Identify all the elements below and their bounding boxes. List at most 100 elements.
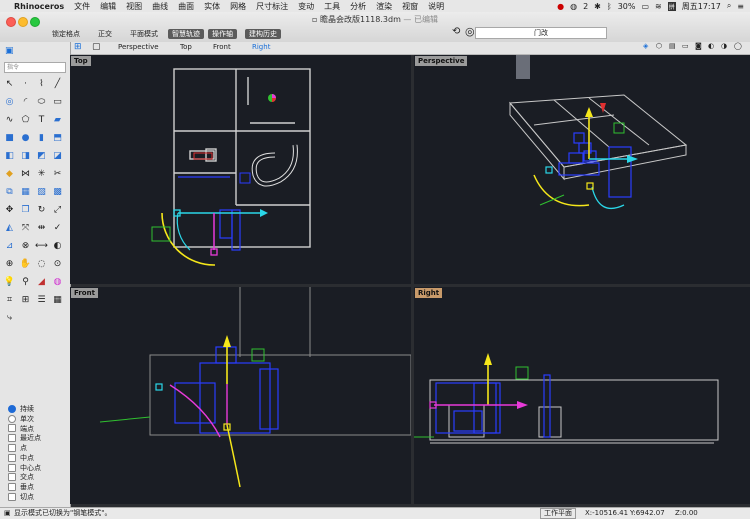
viewport-front[interactable]: Front: [70, 287, 411, 504]
menu-surface[interactable]: 曲面: [178, 1, 194, 12]
sound-icon[interactable]: ✱: [594, 2, 601, 11]
undo-icon[interactable]: ⟲: [452, 26, 460, 37]
planar-button[interactable]: 平面模式: [130, 29, 158, 39]
cap-icon[interactable]: ◪: [50, 148, 65, 163]
sphere-icon[interactable]: ●: [18, 130, 33, 145]
rotate-icon[interactable]: ↻: [34, 202, 49, 217]
menu-edit[interactable]: 编辑: [100, 1, 116, 12]
box-icon[interactable]: ■: [2, 130, 17, 145]
surface-icon[interactable]: ▰: [50, 112, 65, 127]
rectangle-icon[interactable]: ▭: [50, 94, 65, 109]
menu-panels[interactable]: 视窗: [402, 1, 418, 12]
record-icon[interactable]: ◎: [465, 25, 475, 38]
light-icon[interactable]: 💡: [2, 274, 17, 289]
layers-icon[interactable]: ◈: [643, 42, 648, 50]
creative-cloud-icon[interactable]: ●: [557, 2, 564, 11]
tab-front[interactable]: Front: [213, 43, 231, 51]
zoom-icon[interactable]: ⊕: [2, 256, 17, 271]
osnap-end[interactable]: 端点: [8, 424, 41, 434]
material-icon[interactable]: ◢: [34, 274, 49, 289]
grid-icon[interactable]: ⌗: [2, 292, 17, 307]
boolean-union-icon[interactable]: ◧: [2, 148, 17, 163]
curve-icon[interactable]: ∿: [2, 112, 17, 127]
menu-dimension[interactable]: 尺寸标注: [256, 1, 288, 12]
osnap-point[interactable]: 点: [8, 443, 41, 453]
orbit-icon[interactable]: ◌: [34, 256, 49, 271]
dimension-icon[interactable]: ⇹: [34, 220, 49, 235]
viewport-perspective[interactable]: Perspective: [414, 55, 750, 284]
cylinder-icon[interactable]: ▮: [34, 130, 49, 145]
curvature-icon[interactable]: ⊗: [18, 238, 33, 253]
group-icon[interactable]: ▦: [18, 184, 33, 199]
notes-icon[interactable]: ▭: [682, 42, 689, 50]
single-viewport-icon[interactable]: ▢: [92, 42, 101, 52]
viewport-top[interactable]: Top: [70, 55, 411, 284]
command-search-input[interactable]: 指令: [4, 62, 66, 73]
viewport-label-perspective[interactable]: Perspective: [415, 56, 468, 66]
display-icon[interactable]: ◑: [721, 42, 727, 50]
menu-transform[interactable]: 变动: [298, 1, 314, 12]
pan-icon[interactable]: ✋: [18, 256, 33, 271]
osnap-tangent[interactable]: 切点: [8, 492, 41, 502]
battery-icon[interactable]: ▭: [641, 2, 649, 11]
trim-icon[interactable]: ✂: [50, 166, 65, 181]
menu-tools[interactable]: 工具: [324, 1, 340, 12]
osnap-near[interactable]: 最近点: [8, 433, 41, 443]
viewport-right[interactable]: Right: [414, 287, 750, 504]
gumball-button[interactable]: 操作轴: [208, 29, 237, 39]
menu-view[interactable]: 视图: [126, 1, 142, 12]
copy-icon[interactable]: ❐: [18, 202, 33, 217]
render-tool-icon[interactable]: ▦: [50, 292, 65, 307]
extrude-icon[interactable]: ⬒: [50, 130, 65, 145]
osnap-mid[interactable]: 中点: [8, 453, 41, 463]
osnap-perpendicular[interactable]: 垂点: [8, 482, 41, 492]
viewport-label-top[interactable]: Top: [71, 56, 91, 66]
polyline-icon[interactable]: ⌇: [34, 76, 49, 91]
menu-mesh[interactable]: 网格: [230, 1, 246, 12]
wechat-icon[interactable]: ◍: [570, 2, 577, 11]
mirror-icon[interactable]: ◭: [2, 220, 17, 235]
menu-list-icon[interactable]: ≡: [737, 2, 744, 11]
help-icon[interactable]: ◯: [734, 42, 742, 50]
osnap-persistent[interactable]: 持续: [8, 404, 41, 414]
spotlight-icon[interactable]: ⌕: [727, 1, 731, 11]
menu-help[interactable]: 说明: [428, 1, 444, 12]
check-icon[interactable]: ✓: [50, 220, 65, 235]
distance-icon[interactable]: ⟷: [34, 238, 49, 253]
zoom-extents-icon[interactable]: ⊙: [50, 256, 65, 271]
move-icon[interactable]: ✥: [2, 202, 17, 217]
lock-grid-button[interactable]: 锁定格点: [52, 29, 80, 39]
history-button[interactable]: 建构历史: [245, 29, 281, 39]
mesh-icon[interactable]: ◆: [2, 166, 17, 181]
polygon-icon[interactable]: ⬠: [18, 112, 33, 127]
menu-analyze[interactable]: 分析: [350, 1, 366, 12]
text-icon[interactable]: T: [34, 112, 49, 127]
circle-icon[interactable]: ◎: [2, 94, 17, 109]
fillet-icon[interactable]: ◩: [34, 148, 49, 163]
boolean-diff-icon[interactable]: ◨: [18, 148, 33, 163]
camera-tool-icon[interactable]: ⚲: [18, 274, 33, 289]
explode-icon[interactable]: ✳: [34, 166, 49, 181]
osnap-center[interactable]: 中心点: [8, 463, 41, 473]
hide-icon[interactable]: ◐: [50, 238, 65, 253]
layer-tool-icon[interactable]: ☰: [34, 292, 49, 307]
point-icon[interactable]: ·: [18, 76, 33, 91]
ortho-button[interactable]: 正交: [98, 29, 112, 39]
arc-icon[interactable]: ◜: [18, 94, 33, 109]
render-icon[interactable]: ◐: [708, 42, 714, 50]
command-history-icon[interactable]: ▣: [4, 508, 11, 519]
camera-icon[interactable]: ◙: [695, 42, 702, 50]
object-icon[interactable]: ⬡: [656, 42, 662, 50]
menu-solid[interactable]: 实体: [204, 1, 220, 12]
menu-curve[interactable]: 曲线: [152, 1, 168, 12]
ellipse-icon[interactable]: ⬭: [34, 94, 49, 109]
document-properties-icon[interactable]: ▤: [669, 42, 676, 50]
orient-icon[interactable]: ⤧: [18, 220, 33, 235]
color-wheel-icon[interactable]: ◍: [50, 274, 65, 289]
input-method-icon[interactable]: 拼: [667, 1, 676, 11]
scale-icon[interactable]: ⤢: [50, 202, 65, 217]
cplane-selector[interactable]: 工作平面: [540, 508, 576, 519]
four-viewports-icon[interactable]: ⊞: [74, 42, 82, 52]
join-icon[interactable]: ⋈: [18, 166, 33, 181]
select-arrow-icon[interactable]: ↖: [2, 76, 17, 91]
